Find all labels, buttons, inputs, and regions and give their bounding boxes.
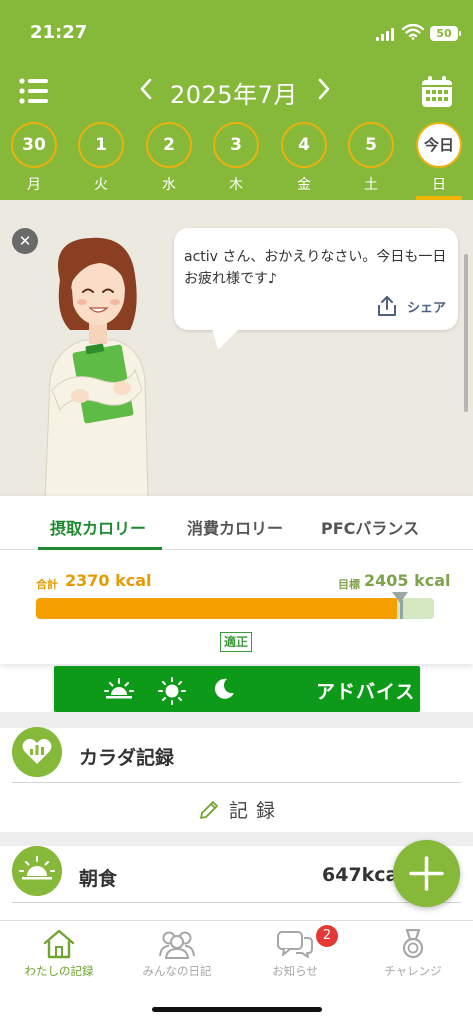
greeting-message: activ さん、おかえりなさい。今日も一日お疲れ様です♪ xyxy=(184,249,447,287)
day-item-today[interactable]: 今日 日 xyxy=(415,122,463,194)
day-number: 3 xyxy=(213,122,259,168)
day-number: 30 xyxy=(11,122,57,168)
app-header: 21:27 50 2025年7月 30 月 1 火 2 水 3 木 4 金 5 … xyxy=(0,0,473,200)
sunrise-icon xyxy=(12,846,62,896)
scrollbar[interactable] xyxy=(464,254,468,412)
speech-bubble: activ さん、おかえりなさい。今日も一日お疲れ様です♪ シェア xyxy=(174,228,458,350)
calendar-icon[interactable] xyxy=(421,76,453,108)
clock: 21:27 xyxy=(30,22,88,43)
calorie-progress-track xyxy=(36,598,434,619)
day-number: 2 xyxy=(146,122,192,168)
meal-title: 朝食 xyxy=(79,868,118,890)
body-record-section: カラダ記録 記録 xyxy=(0,727,473,832)
character-illustration xyxy=(44,237,149,500)
tab-pfc-balance[interactable]: PFCバランス xyxy=(321,515,419,539)
greeting-area: ✕ activ さん、おかえりなさい。今日も一日お疲れ様です♪ シェア xyxy=(0,200,473,500)
record-button[interactable]: 記録 xyxy=(197,796,283,823)
tab-label: お知らせ xyxy=(272,964,318,978)
share-button[interactable]: シェア xyxy=(375,294,446,318)
day-item[interactable]: 3 木 xyxy=(212,122,260,194)
heart-chart-icon xyxy=(12,727,62,777)
month-navigation: 2025年7月 xyxy=(0,70,473,114)
section-gap xyxy=(0,832,473,846)
weekday-label: 金 xyxy=(297,177,311,193)
add-button[interactable] xyxy=(393,840,460,907)
week-day-selector: 30 月 1 火 2 水 3 木 4 金 5 土 今日 日 xyxy=(0,122,473,200)
tab-intake-calories[interactable]: 摂取カロリー xyxy=(50,515,146,539)
day-item[interactable]: 1 火 xyxy=(77,122,125,194)
weekday-label: 日 xyxy=(432,177,446,193)
prev-month-button[interactable] xyxy=(138,76,154,102)
total-label: 合計 xyxy=(36,578,58,591)
next-month-button[interactable] xyxy=(316,76,332,102)
notification-badge: 2 xyxy=(316,925,338,947)
day-item[interactable]: 5 土 xyxy=(347,122,395,194)
tab-everyones-diary[interactable]: みんなの日記 xyxy=(118,929,236,979)
home-icon xyxy=(43,929,75,959)
cellular-signal-icon xyxy=(376,28,394,41)
weekday-label: 火 xyxy=(94,177,108,193)
tab-label: わたしの記録 xyxy=(24,964,94,978)
tab-label: チャレンジ xyxy=(384,964,442,978)
body-record-title: カラダ記録 xyxy=(79,747,175,769)
target-calories: 2405 kcal xyxy=(364,571,451,590)
sun-icon xyxy=(158,677,186,705)
medal-icon xyxy=(402,929,424,959)
section-gap xyxy=(0,712,473,728)
people-icon xyxy=(159,931,195,959)
day-item[interactable]: 2 水 xyxy=(145,122,193,194)
tab-my-records[interactable]: わたしの記録 xyxy=(0,929,118,979)
pencil-icon xyxy=(200,800,218,819)
tab-burned-calories[interactable]: 消費カロリー xyxy=(187,515,283,539)
battery-icon: 50 xyxy=(430,26,461,41)
tab-challenge[interactable]: チャレンジ xyxy=(354,929,472,979)
calorie-progress-fill xyxy=(36,598,397,619)
total-calories: 2370 kcal xyxy=(65,571,152,590)
day-number: 1 xyxy=(78,122,124,168)
advice-label: アドバイス xyxy=(316,681,416,703)
weekday-label: 木 xyxy=(229,177,243,193)
home-indicator xyxy=(152,1007,322,1012)
day-number: 4 xyxy=(281,122,327,168)
day-number: 5 xyxy=(348,122,394,168)
moon-icon xyxy=(214,678,234,699)
target-pointer-icon xyxy=(392,592,408,603)
status-badge: 適正 xyxy=(220,632,253,652)
active-tab-indicator xyxy=(38,547,162,550)
weekday-label: 水 xyxy=(162,177,176,193)
tab-label: みんなの日記 xyxy=(142,964,212,978)
month-label: 2025年7月 xyxy=(170,81,298,109)
weekday-label: 月 xyxy=(27,177,41,193)
day-item[interactable]: 30 月 xyxy=(10,122,58,194)
day-item[interactable]: 4 金 xyxy=(280,122,328,194)
record-button-label: 記録 xyxy=(229,800,284,822)
day-number: 今日 xyxy=(416,122,462,168)
wifi-icon xyxy=(402,24,424,40)
chat-bubbles-icon xyxy=(277,931,313,958)
sunrise-icon xyxy=(104,678,134,699)
calorie-tabs: 摂取カロリー 消費カロリー PFCバランス xyxy=(0,496,473,550)
calorie-card: 摂取カロリー 消費カロリー PFCバランス 合計 2370 kcal 目標 24… xyxy=(0,496,473,664)
target-label: 目標 xyxy=(338,578,360,591)
status-bar: 21:27 50 xyxy=(0,0,473,64)
divider xyxy=(12,782,461,783)
share-label: シェア xyxy=(406,300,446,316)
divider xyxy=(12,902,461,903)
list-menu-icon[interactable] xyxy=(19,78,49,104)
share-icon xyxy=(377,296,396,316)
weekday-label: 土 xyxy=(364,177,378,193)
advice-button[interactable]: アドバイス xyxy=(54,666,420,712)
